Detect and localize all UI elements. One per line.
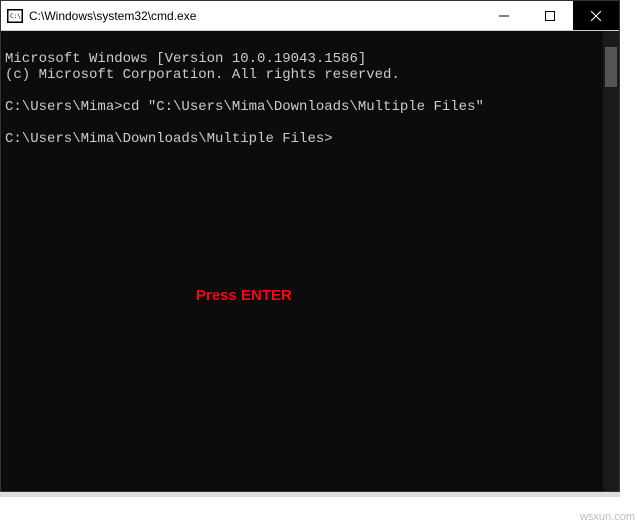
close-icon — [591, 11, 601, 21]
cmd-icon: C:\ — [7, 9, 23, 23]
scroll-thumb[interactable] — [605, 47, 617, 87]
svg-text:C:\: C:\ — [10, 13, 21, 20]
console-line: (c) Microsoft Corporation. All rights re… — [5, 67, 400, 83]
cmd-window: C:\ C:\Windows\system32\cmd.exe Microsof… — [0, 0, 620, 492]
console-line: C:\Users\Mima>cd "C:\Users\Mima\Download… — [5, 99, 484, 115]
scrollbar[interactable]: ▲ — [603, 31, 619, 491]
annotation-text: Press ENTER — [196, 288, 292, 304]
titlebar[interactable]: C:\ C:\Windows\system32\cmd.exe — [1, 1, 619, 31]
maximize-icon — [545, 11, 555, 21]
minimize-button[interactable] — [481, 1, 527, 30]
console-prompt: C:\Users\Mima\Downloads\Multiple Files> — [5, 131, 333, 147]
window-controls — [481, 1, 619, 30]
minimize-icon — [499, 11, 509, 21]
status-strip — [0, 492, 620, 497]
maximize-button[interactable] — [527, 1, 573, 30]
console-line: Microsoft Windows [Version 10.0.19043.15… — [5, 51, 366, 67]
window-title: C:\Windows\system32\cmd.exe — [29, 9, 481, 23]
console-output[interactable]: Microsoft Windows [Version 10.0.19043.15… — [1, 31, 619, 491]
watermark: wsxun.com — [580, 511, 635, 523]
close-button[interactable] — [573, 1, 619, 30]
